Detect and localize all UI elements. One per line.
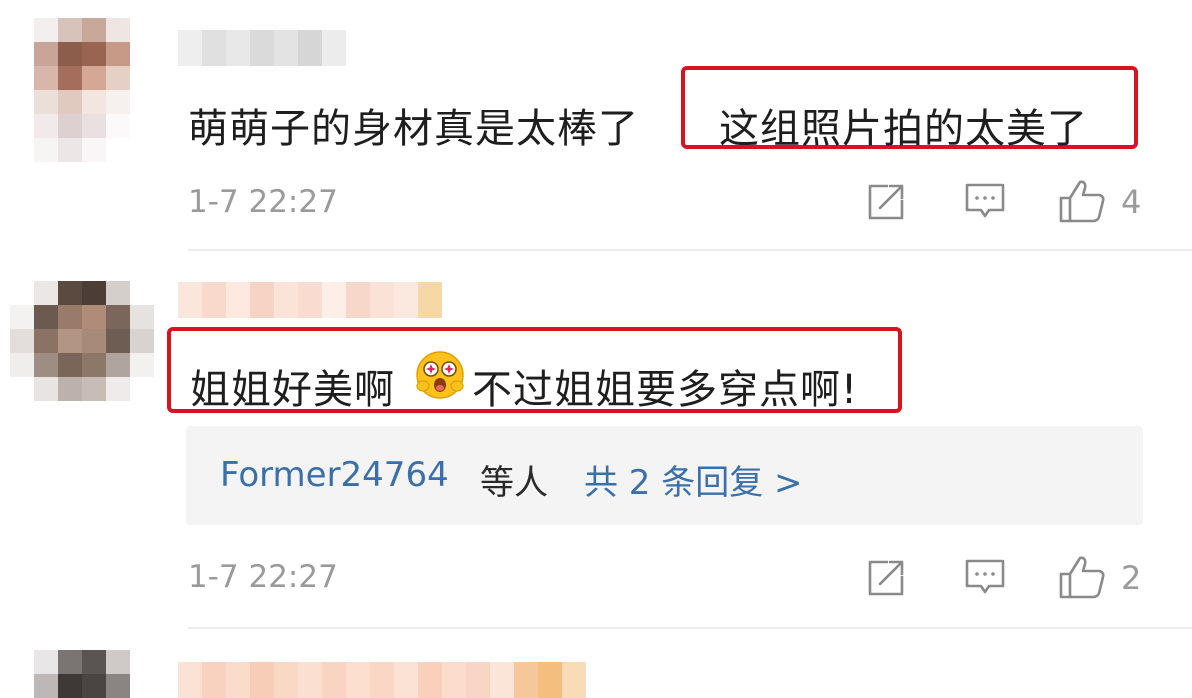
like-count: 2 (1121, 559, 1142, 597)
reply-others-label: 等人 (480, 463, 548, 503)
comment-time: 1-7 22:27 (188, 184, 338, 220)
view-replies-link[interactable]: 共 2 条回复 > (584, 455, 803, 504)
comment-text-main: 萌萌子的身材真是太棒了 (188, 106, 639, 152)
share-icon[interactable] (866, 182, 906, 222)
thumb-up-icon[interactable] (1058, 554, 1106, 600)
reply-username-link[interactable]: Former24764 (220, 455, 449, 495)
comment-icon[interactable] (964, 182, 1006, 222)
username-blurred[interactable] (178, 282, 442, 318)
divider (188, 249, 1192, 251)
avatar[interactable] (10, 281, 154, 401)
comment-text-part2: 不过姐姐要多穿点啊! (472, 367, 859, 413)
comment-text: 萌萌子的身材真是太棒了 (188, 96, 639, 154)
comment-icon[interactable] (964, 558, 1006, 598)
username-blurred[interactable] (178, 662, 586, 698)
thumb-up-icon[interactable] (1058, 178, 1106, 224)
like-count: 4 (1121, 183, 1142, 221)
username-blurred[interactable] (178, 30, 346, 66)
comment-text-highlighted: 这组照片拍的太美了 (719, 106, 1088, 152)
avatar[interactable] (34, 650, 130, 698)
divider (188, 627, 1192, 629)
replies-panel[interactable]: Former24764 等人 共 2 条回复 > (186, 426, 1143, 525)
comment-text-part1: 姐姐好美啊 (190, 367, 395, 413)
comment-time: 1-7 22:27 (188, 559, 338, 595)
avatar[interactable] (34, 18, 130, 162)
astonished-face-emoji (415, 350, 465, 400)
share-icon[interactable] (866, 558, 906, 598)
